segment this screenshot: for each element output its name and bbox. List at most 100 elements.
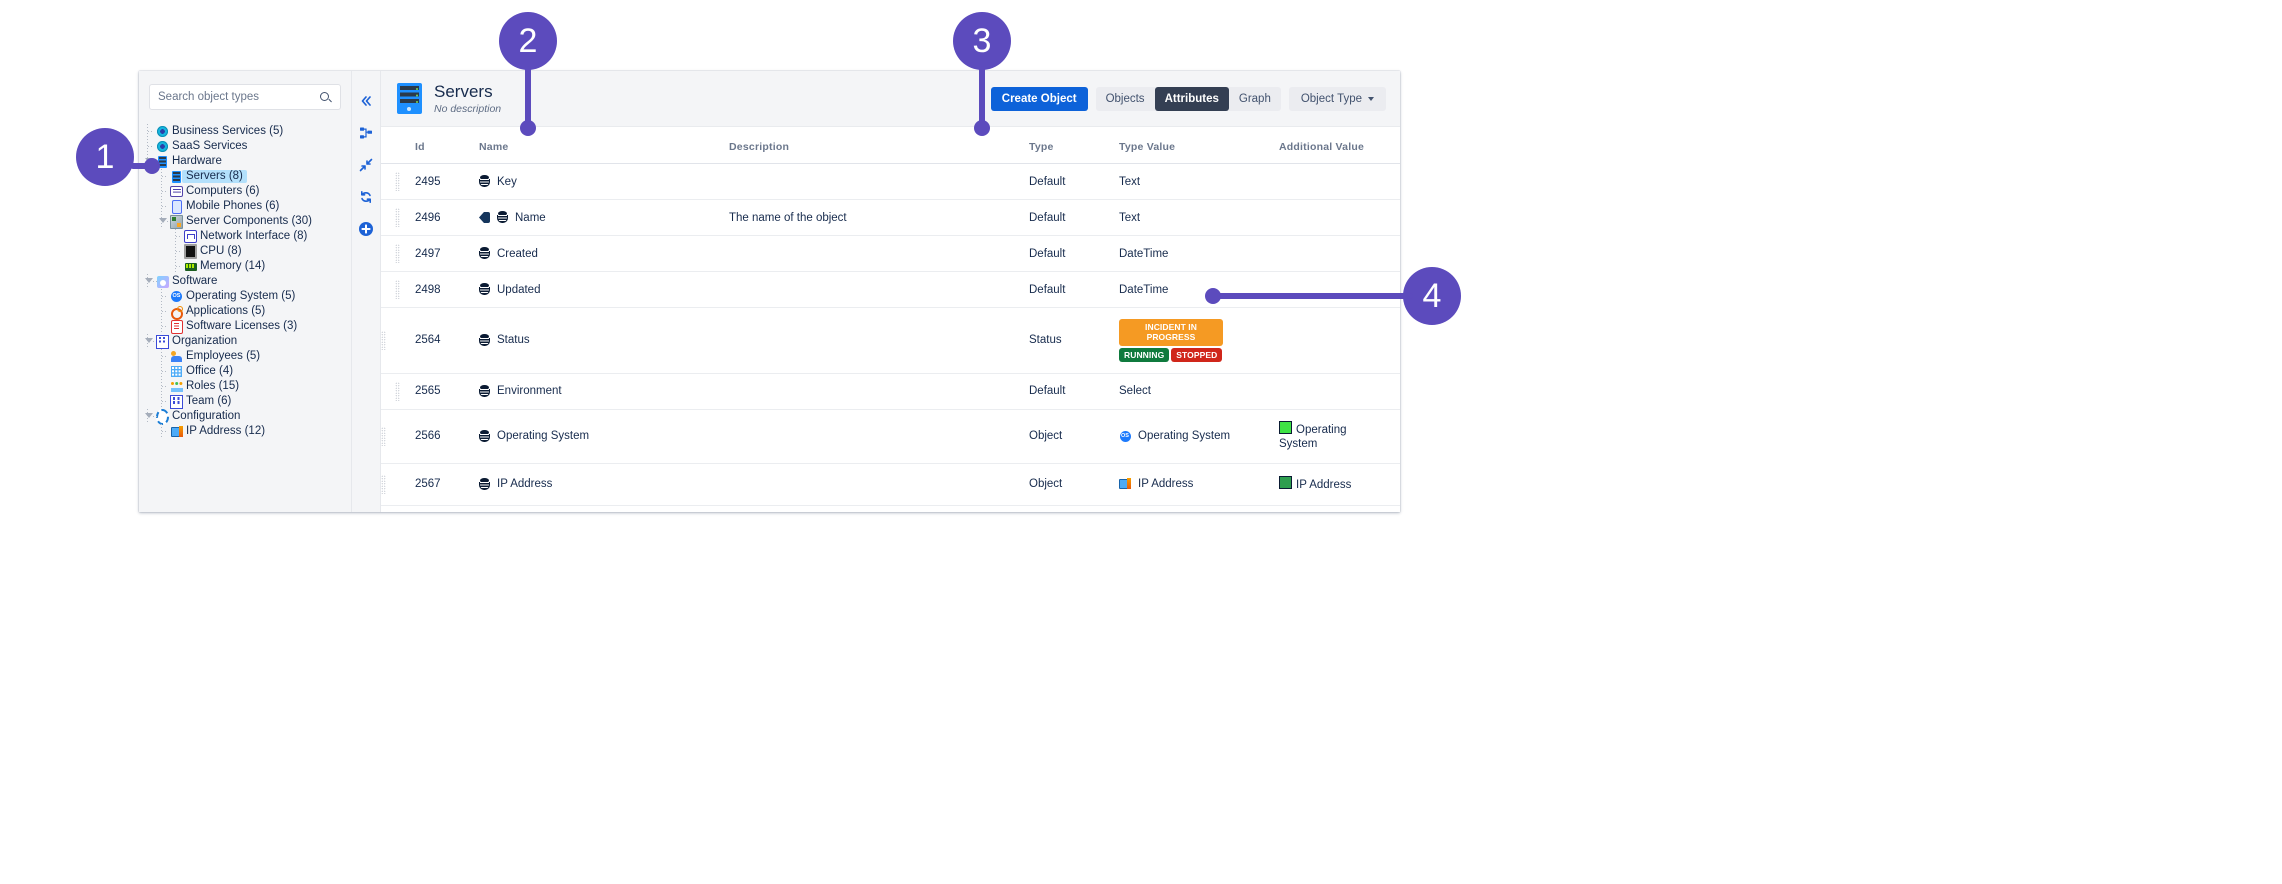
search-object-types-box[interactable]: [149, 84, 341, 110]
cell-type-value: Text: [1119, 199, 1279, 236]
column-header-type[interactable]: Type: [1029, 127, 1119, 164]
table-row[interactable]: 2567 IP Address Object IP Address IP Address: [381, 463, 1400, 506]
table-row[interactable]: 2564 Status Status INCIDENT IN PROGRESS RUNN…: [381, 307, 1400, 374]
collapse-all-icon[interactable]: [357, 156, 375, 174]
row-drag-handle[interactable]: [381, 307, 415, 374]
cell-description: [729, 505, 1029, 512]
tree-item-servers-8[interactable]: Servers (8): [161, 169, 351, 184]
callout-4-line: [1213, 293, 1413, 299]
office-icon: [170, 365, 183, 378]
cell-type: Default: [1029, 373, 1119, 410]
tree-item-ip-address-12[interactable]: IP Address (12): [161, 424, 351, 439]
tree-item-label: Server Components (30): [186, 214, 312, 227]
tree-item-hardware[interactable]: Hardware: [144, 154, 351, 169]
tree-expander-icon[interactable]: [144, 334, 157, 349]
cell-name: IP Address: [479, 463, 729, 506]
tree-expander-icon[interactable]: [144, 409, 157, 424]
table-row[interactable]: 2497 Created Default DateTime: [381, 235, 1400, 272]
row-drag-handle[interactable]: [381, 199, 415, 236]
tree-expander-icon[interactable]: [158, 214, 171, 229]
type-value-label: Operating System: [1138, 430, 1231, 443]
tree-item-saas-services[interactable]: SaaS Services: [147, 139, 351, 154]
row-drag-handle[interactable]: [381, 409, 415, 464]
tree-item-computers-6[interactable]: Computers (6): [161, 184, 351, 199]
attributes-table-body: 2495 Key Default Text 2496 Name The name of th…: [381, 163, 1400, 512]
table-row[interactable]: 2565 Environment Default Select: [381, 373, 1400, 410]
callout-2-endpoint: [520, 120, 536, 136]
column-header-type-value[interactable]: Type Value: [1119, 127, 1279, 164]
tree-item-office-4[interactable]: Office (4): [161, 364, 351, 379]
row-drag-handle[interactable]: [381, 505, 415, 512]
search-container: [139, 71, 351, 116]
status-badge-running: RUNNING: [1119, 347, 1170, 362]
tab-graph[interactable]: Graph: [1229, 87, 1281, 111]
attribute-name: Created: [497, 247, 538, 260]
tree-item-business-services-5[interactable]: Business Services (5): [147, 124, 351, 139]
tree-item-mobile-phones-6[interactable]: Mobile Phones (6): [161, 199, 351, 214]
tree-item-employees-5[interactable]: Employees (5): [161, 349, 351, 364]
tab-attributes[interactable]: Attributes: [1154, 86, 1229, 111]
table-row[interactable]: 2498 Updated Default DateTime: [381, 271, 1400, 308]
tree-item-label: Applications (5): [186, 304, 266, 317]
object-type-dropdown[interactable]: Object Type: [1288, 86, 1386, 111]
row-drag-handle[interactable]: [381, 163, 415, 200]
tree-branch-icon: [175, 229, 184, 244]
memory-icon: [184, 260, 197, 273]
tree-item-software-licenses-3[interactable]: Software Licenses (3): [161, 319, 351, 334]
team-icon: [170, 394, 183, 409]
tree-item-server-components-30[interactable]: Server Components (30): [158, 214, 351, 229]
tree-branch-icon: [161, 169, 170, 184]
create-object-button[interactable]: Create Object: [990, 86, 1088, 111]
tree-item-team-6[interactable]: Team (6): [161, 394, 351, 409]
tree-item-label: Team (6): [186, 394, 232, 407]
tree-item-applications-5[interactable]: Applications (5): [161, 304, 351, 320]
tree-item-network-interface-8[interactable]: Network Interface (8): [175, 229, 351, 244]
table-row[interactable]: 2566 Operating System Object OS Operating Sy…: [381, 409, 1400, 464]
tree-item-label: SaaS Services: [172, 139, 248, 152]
table-row[interactable]: 2568Server Owner ObjectEmployeesEmployee: [381, 505, 1400, 512]
cell-description: The name of the object: [729, 199, 1029, 236]
cell-type: Status: [1029, 307, 1119, 374]
server-rack-icon: [397, 83, 422, 114]
attribute-icon: [479, 384, 490, 398]
search-input[interactable]: [158, 91, 298, 103]
cell-type: Default: [1029, 271, 1119, 308]
attribute-name: Operating System: [497, 430, 590, 443]
tree-expander-icon[interactable]: [144, 274, 157, 289]
row-drag-handle[interactable]: [381, 235, 415, 272]
attribute-icon: [479, 333, 490, 347]
tab-objects[interactable]: Objects: [1096, 87, 1155, 111]
column-header-id[interactable]: Id: [415, 127, 479, 164]
column-header-name[interactable]: Name: [479, 127, 729, 164]
collapse-sidebar-icon[interactable]: [357, 92, 375, 110]
cell-name: Created: [479, 235, 729, 272]
column-header-additional-value[interactable]: Additional Value: [1279, 127, 1400, 164]
cell-description: [729, 373, 1029, 410]
tree-item-configuration[interactable]: Configuration: [144, 408, 351, 425]
row-drag-handle[interactable]: [381, 373, 415, 410]
attribute-icon: [479, 247, 490, 260]
row-drag-handle[interactable]: [381, 271, 415, 308]
attribute-icon: [479, 429, 490, 443]
cell-name: Name: [479, 199, 729, 236]
tree-item-roles-15[interactable]: Roles (15): [161, 379, 351, 394]
add-object-type-icon[interactable]: [357, 220, 375, 238]
attributes-table: Id Name Description Type Type Value Addi…: [381, 127, 1400, 512]
tree-item-label: Software: [172, 274, 218, 287]
tree-item-software[interactable]: Software: [144, 274, 351, 289]
tree-item-label: Business Services (5): [172, 124, 284, 137]
cell-id: 2568: [415, 505, 479, 512]
cell-additional-value: [1279, 199, 1400, 236]
tree-item-memory-14[interactable]: Memory (14): [175, 259, 351, 274]
cell-name: Status: [479, 307, 729, 374]
refresh-icon[interactable]: [357, 188, 375, 206]
tree-hierarchy-icon[interactable]: [357, 124, 375, 142]
table-row[interactable]: 2496 Name The name of the object Default Tex…: [381, 199, 1400, 236]
row-drag-handle[interactable]: [381, 463, 415, 506]
cell-additional-value: [1279, 307, 1400, 374]
tree-item-operating-system-5[interactable]: OS Operating System (5): [161, 289, 351, 304]
tree-item-cpu-8[interactable]: CPU (8): [175, 244, 351, 259]
chevron-down-icon: [1368, 96, 1374, 101]
table-row[interactable]: 2495 Key Default Text: [381, 163, 1400, 200]
tree-item-organization[interactable]: Organization: [144, 334, 351, 349]
